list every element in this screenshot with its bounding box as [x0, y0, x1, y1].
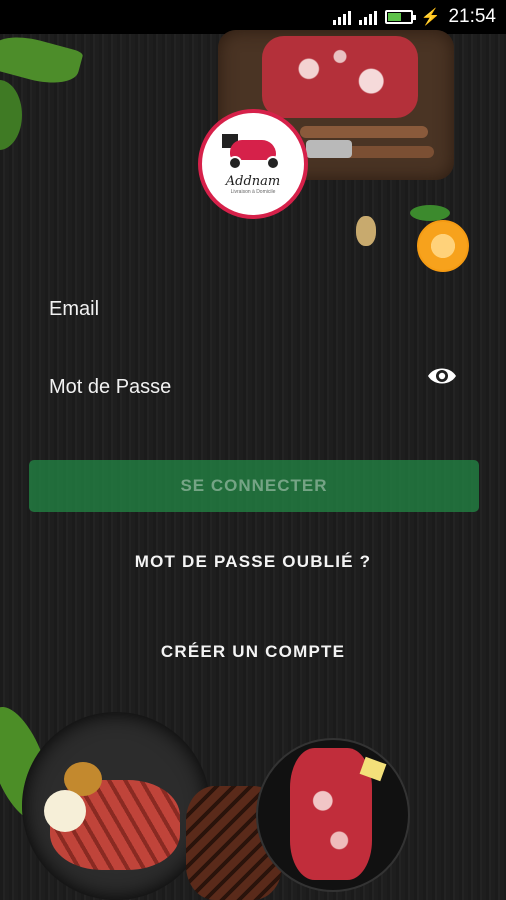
status-time: 21:54: [448, 6, 496, 27]
orange-leaf-image: [410, 205, 450, 221]
charging-icon: ⚡: [420, 9, 441, 26]
raw-beef-image: [290, 748, 372, 880]
fork-image: [300, 126, 428, 138]
battery-icon: [384, 10, 416, 24]
forgot-password-link[interactable]: MOT DE PASSE OUBLIÉ ?: [0, 552, 506, 572]
signal-icon-2: [358, 9, 377, 25]
leaf-image: [0, 29, 84, 91]
logo-name: Addnam: [225, 173, 281, 189]
create-account-link[interactable]: CRÉER UN COMPTE: [0, 642, 506, 662]
knife-blade-image: [306, 140, 352, 158]
eye-icon[interactable]: [426, 364, 458, 388]
scooter-icon: [222, 133, 284, 170]
orange-image: [417, 220, 469, 272]
signal-icon: [332, 9, 351, 25]
logo-tagline: Livraison à Domicile: [230, 188, 276, 195]
password-field[interactable]: Mot de Passe: [49, 376, 171, 399]
login-button[interactable]: SE CONNECTER: [29, 460, 479, 512]
leaf-image-2: [0, 80, 22, 150]
app-logo: Addnam Livraison à Domicile: [198, 109, 308, 219]
garlic-image: [356, 216, 376, 246]
raw-steak-image: [262, 36, 418, 118]
status-bar: ⚡ 21:54: [0, 0, 506, 34]
email-field[interactable]: Email: [49, 298, 99, 321]
egg-image: [44, 790, 86, 832]
